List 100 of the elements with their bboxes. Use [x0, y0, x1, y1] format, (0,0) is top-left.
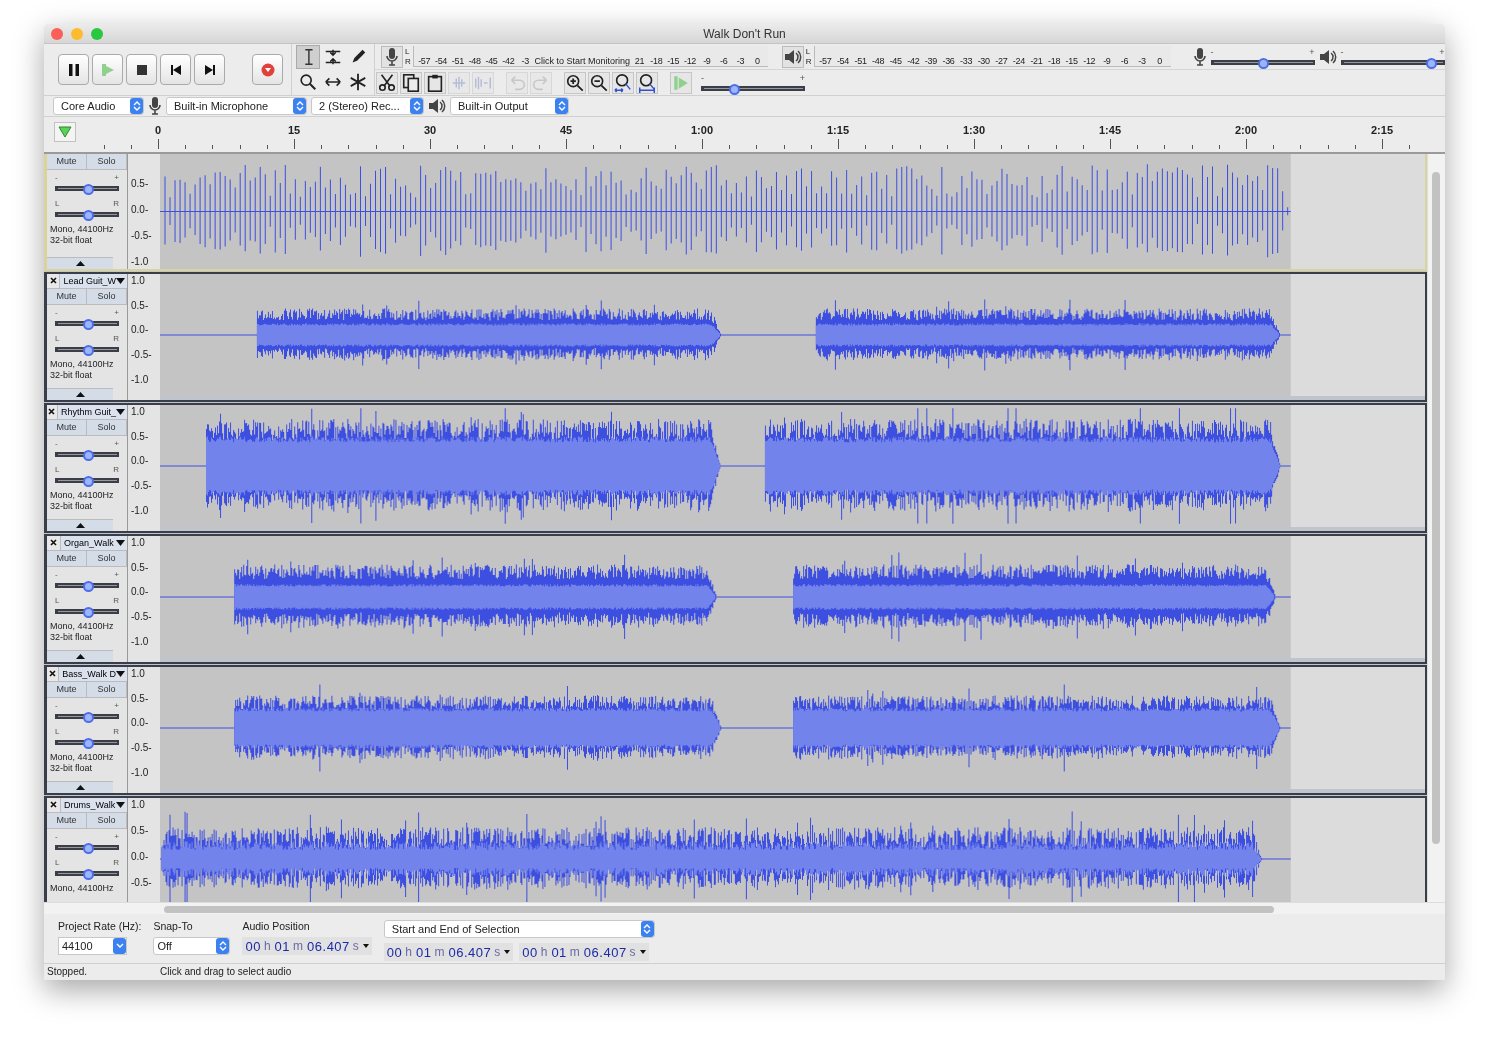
- tool-button[interactable]: [296, 45, 320, 70]
- slider-thumb[interactable]: [82, 868, 94, 880]
- pan-slider[interactable]: L R: [55, 330, 119, 355]
- slider-thumb[interactable]: [82, 318, 94, 330]
- meter-tick-label: -45: [888, 56, 903, 67]
- toolbar-button[interactable]: [400, 71, 422, 94]
- meter-tick-label: -51: [450, 56, 465, 67]
- selection-start-field[interactable]: 00 h 01 m 06.407 s: [383, 943, 514, 962]
- audio-track[interactable]: Organ_Walk Mute Solo - + L R Mono, 44100Hz 32-bit float 1.0 0.5- 0.0- -0.5- -1.0: [44, 533, 1427, 664]
- gain-slider[interactable]: - +: [55, 435, 119, 460]
- scrollbar-thumb[interactable]: [164, 905, 1274, 913]
- dropdown-arrows-icon: [216, 938, 230, 955]
- pan-slider[interactable]: L R: [55, 461, 119, 486]
- slider-thumb[interactable]: [1425, 57, 1437, 69]
- vertical-scrollbar[interactable]: [1427, 153, 1445, 902]
- track-name-menu[interactable]: Lead Guit_W: [60, 273, 127, 288]
- close-track-button[interactable]: [47, 666, 60, 681]
- audio-track[interactable]: Lead Guit_W Mute Solo - + L R Mono, 44100Hz 32-bit float 1.0 0.5- 0.0- -0.5- -1.0: [44, 271, 1427, 402]
- toolbar-button[interactable]: [424, 71, 446, 94]
- collapse-track-button[interactable]: [47, 649, 113, 662]
- recording-channels-select[interactable]: 2 (Stereo) Rec...: [311, 97, 424, 116]
- skip-to-end-button[interactable]: [194, 54, 225, 86]
- gain-slider[interactable]: - +: [55, 566, 119, 591]
- toolbar-button[interactable]: [612, 71, 634, 94]
- audio-track[interactable]: Drums_Walk Mute Solo - + L R Mono, 44100Hz 1.0 0.5- 0.0- -0.5-: [44, 795, 1427, 902]
- playback-device-select[interactable]: Built-in Output: [450, 97, 569, 116]
- playback-speed-slider[interactable]: - +: [701, 73, 805, 92]
- project-rate-field[interactable]: 44100: [58, 937, 127, 956]
- pan-slider[interactable]: L R: [55, 195, 119, 220]
- collapse-track-button[interactable]: [47, 518, 113, 531]
- minimum-label: L: [55, 726, 60, 736]
- slider-thumb[interactable]: [82, 209, 94, 221]
- pan-slider[interactable]: L R: [55, 723, 119, 748]
- slider-thumb[interactable]: [82, 711, 94, 723]
- collapse-track-button[interactable]: [47, 256, 113, 269]
- slider-thumb[interactable]: [728, 83, 740, 95]
- toolbar-button[interactable]: [376, 71, 398, 94]
- close-track-button[interactable]: [47, 273, 61, 288]
- gain-slider[interactable]: - +: [55, 697, 119, 722]
- timeline-ruler[interactable]: 0 15 30 45 1:00 1:15 1:30 1:45 2:00 2:15: [78, 119, 1445, 152]
- playback-volume-slider[interactable]: - +: [1340, 47, 1445, 66]
- selection-mode-select[interactable]: Start and End of Selection: [383, 920, 655, 939]
- snap-to-select[interactable]: Off: [153, 937, 231, 956]
- recording-volume-slider[interactable]: - +: [1210, 47, 1315, 66]
- slider-thumb[interactable]: [82, 842, 94, 854]
- gain-slider[interactable]: - +: [55, 169, 119, 194]
- slider-thumb[interactable]: [82, 606, 94, 618]
- slider-thumb[interactable]: [82, 183, 94, 195]
- audio-track[interactable]: Mute Solo - + L R Mono, 44100Hz 32-bit float 0.5- 0.0- -0.5- -1.0: [44, 153, 1427, 271]
- speaker-icon: [783, 47, 802, 66]
- collapse-track-button[interactable]: [47, 780, 113, 793]
- close-track-button[interactable]: [47, 797, 61, 812]
- slider-thumb[interactable]: [82, 344, 94, 356]
- recording-device-select[interactable]: Built-in Microphone: [166, 97, 307, 116]
- slider-thumb[interactable]: [82, 737, 94, 749]
- track-name-menu[interactable]: Drums_Walk: [61, 797, 127, 812]
- audio-host-select[interactable]: Core Audio: [53, 97, 144, 116]
- scrollbar-thumb[interactable]: [1432, 171, 1440, 844]
- record-meter-button[interactable]: [381, 45, 403, 68]
- recording-meter[interactable]: -57 -54 -51 -48 -45 -42 -3 Click to Start Monitoring 21 -18 -15 -12 -9 -6 -3 0: [412, 46, 768, 68]
- close-track-button[interactable]: [47, 535, 61, 550]
- track-name-menu[interactable]: Rhythm Guit_: [57, 404, 127, 419]
- time-label: 45: [559, 124, 573, 137]
- close-track-button[interactable]: [47, 404, 58, 419]
- meter-hint: Click to Start Monitoring: [533, 56, 632, 67]
- playback-meter[interactable]: -57 -54 -51 -48 -45 -42 -39 -36 -33 -30 -27 -24 -21 -18 -15 -12 -9 -6 -3 0: [813, 46, 1171, 68]
- gain-slider[interactable]: - +: [55, 828, 119, 853]
- pan-slider[interactable]: L R: [55, 854, 119, 879]
- audio-track[interactable]: Rhythm Guit_ Mute Solo - + L R Mono, 44100Hz 32-bit float 1.0 0.5- 0.0- -0.5- -1.0: [44, 402, 1427, 533]
- scale-label: 0.0-: [131, 325, 150, 338]
- stop-button[interactable]: [126, 54, 157, 86]
- slider-thumb[interactable]: [82, 475, 94, 487]
- slider-thumb[interactable]: [82, 580, 94, 592]
- toolbar-button[interactable]: [588, 71, 610, 94]
- playback-meter-button[interactable]: [781, 45, 804, 68]
- scale-label: -0.5-: [131, 230, 153, 243]
- audio-track[interactable]: Bass_Walk D Mute Solo - + L R Mono, 44100Hz 32-bit float 1.0 0.5- 0.0- -0.5- -1.0: [44, 664, 1427, 795]
- track-name-menu[interactable]: Organ_Walk: [61, 535, 127, 550]
- pan-slider[interactable]: L R: [55, 592, 119, 617]
- slider-thumb[interactable]: [1258, 57, 1270, 69]
- toolbar-button[interactable]: [564, 71, 586, 94]
- meter-tick-label: -57: [417, 56, 432, 67]
- play-icon: [99, 61, 116, 78]
- scale-label: 0.5-: [131, 178, 150, 191]
- meter-tick-label: -6: [718, 56, 729, 67]
- toolbar-button[interactable]: [636, 71, 658, 94]
- track-name-menu[interactable]: Bass_Walk D: [59, 666, 127, 681]
- audio-position-field[interactable]: 00 h 01 m 06.407 s: [242, 937, 372, 956]
- skip-to-start-button[interactable]: [160, 54, 191, 86]
- gain-slider[interactable]: - +: [55, 304, 119, 329]
- selection-end-field[interactable]: 00 h 01 m 06.407 s: [519, 943, 649, 962]
- slider-thumb[interactable]: [82, 449, 94, 461]
- minimum-label: -: [55, 172, 58, 182]
- pause-button[interactable]: [58, 54, 89, 86]
- snap-to-label: Snap-To: [153, 920, 194, 933]
- pin-playhead-button[interactable]: [54, 122, 76, 143]
- collapse-track-button[interactable]: [47, 387, 113, 400]
- time-label: 1:00: [691, 124, 713, 137]
- record-button[interactable]: [252, 54, 283, 86]
- meter-tick-label: -48: [467, 56, 482, 67]
